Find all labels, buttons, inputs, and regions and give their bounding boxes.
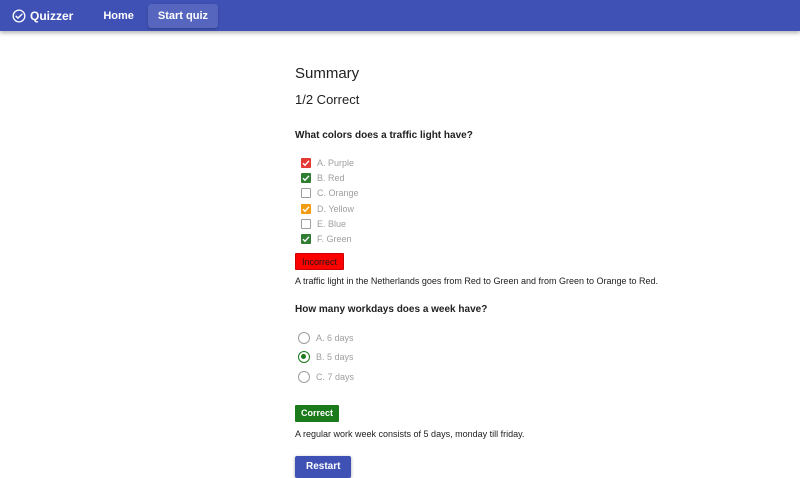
nav-home[interactable]: Home [93,4,144,28]
brand[interactable]: Quizzer [12,9,73,23]
checkbox-checked-icon[interactable] [301,234,311,245]
summary-content: Summary 1/2 Correct What colors does a t… [295,64,775,478]
nav-start-quiz[interactable]: Start quiz [147,3,219,28]
restart-button[interactable]: Restart [295,455,352,478]
option-label: C. 7 days [316,372,355,382]
option-row[interactable]: A. 6 days [295,328,775,348]
option-label: C. Orange [317,188,359,199]
option-row[interactable]: E. Blue [295,216,775,231]
option-label: B. 5 days [316,352,354,363]
option-row[interactable]: A. Purple [295,155,775,170]
question-2-options: A. 6 days B. 5 days C. 7 days [295,328,775,387]
page-title: Summary [295,65,360,82]
brand-name: Quizzer [30,8,74,23]
radio-unchecked-icon[interactable] [298,371,310,383]
option-row[interactable]: B. 5 days [295,347,775,367]
check-circle-icon [12,9,26,22]
correct-badge: Correct [295,404,340,422]
question-1-text: What colors does a traffic light have? [295,130,473,141]
option-row[interactable]: C. Orange [295,186,775,201]
question-2-explanation: A regular work week consists of 5 days, … [295,428,525,439]
checkbox-checked-icon[interactable] [301,157,311,168]
option-label: A. Purple [317,157,355,168]
checkbox-checked-icon[interactable] [301,203,311,214]
question-1-options: A. Purple B. Red C. Orange D. Yellow E. … [295,155,775,247]
option-label: E. Blue [317,218,347,229]
option-row[interactable]: D. Yellow [295,201,775,216]
option-label: A. 6 days [316,332,354,343]
app-bar: Quizzer Home Start quiz [0,0,800,31]
incorrect-badge: Incorrect [295,252,345,270]
question-1-explanation: A traffic light in the Netherlands goes … [295,275,659,286]
radio-unchecked-icon[interactable] [298,331,310,344]
option-row[interactable]: F. Green [295,231,775,246]
checkbox-empty-icon[interactable] [301,218,311,229]
checkbox-empty-icon[interactable] [301,188,311,199]
question-2-text: How many workdays does a week have? [295,303,488,315]
checkbox-checked-icon[interactable] [301,172,311,183]
score-heading: 1/2 Correct [295,92,360,107]
option-label: D. Yellow [317,203,355,214]
option-label: B. Red [317,172,345,183]
option-row[interactable]: C. 7 days [295,367,775,387]
option-label: F. Green [317,234,352,245]
option-row[interactable]: B. Red [295,170,775,185]
radio-checked-icon[interactable] [298,351,310,364]
